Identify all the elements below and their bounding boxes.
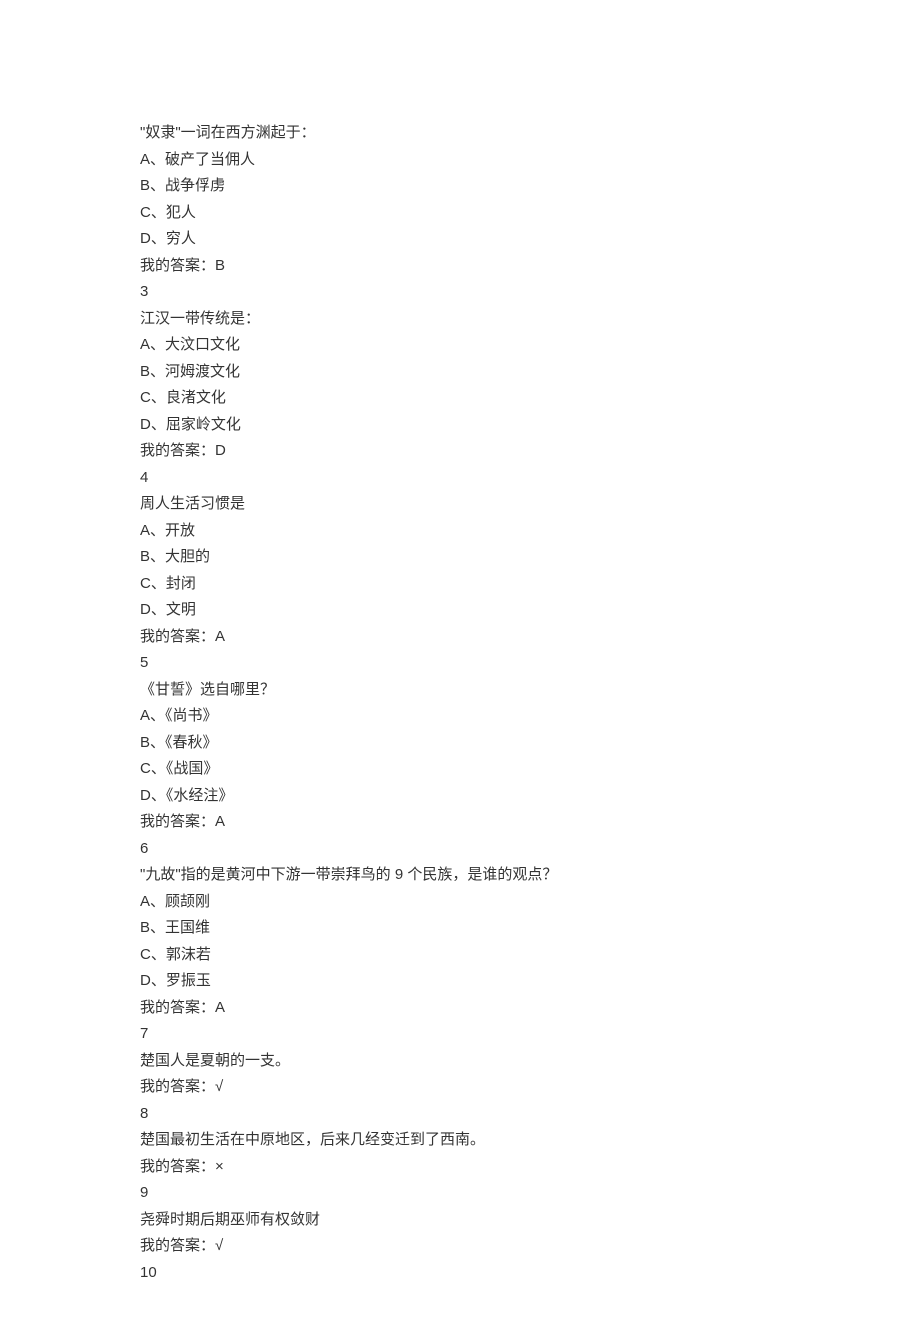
question-number: 3 xyxy=(140,279,780,306)
question-option: A、《尚书》 xyxy=(140,703,780,730)
question-option: D、《水经注》 xyxy=(140,783,780,810)
question-option: D、罗振玉 xyxy=(140,968,780,995)
my-answer: 我的答案：A xyxy=(140,995,780,1022)
question-stem: 《甘誓》选自哪里？ xyxy=(140,677,780,704)
question-option: D、屈家岭文化 xyxy=(140,412,780,439)
question-option: B、《春秋》 xyxy=(140,730,780,757)
question-option: A、破产了当佣人 xyxy=(140,147,780,174)
question-number: 6 xyxy=(140,836,780,863)
my-answer: 我的答案：B xyxy=(140,253,780,280)
question-number: 9 xyxy=(140,1180,780,1207)
my-answer: 我的答案：A xyxy=(140,624,780,651)
question-stem: 尧舜时期后期巫师有权敛财 xyxy=(140,1207,780,1234)
question-stem: "奴隶"一词在西方渊起于： xyxy=(140,120,780,147)
question-number: 7 xyxy=(140,1021,780,1048)
question-option: A、开放 xyxy=(140,518,780,545)
question-number: 10 xyxy=(140,1260,780,1287)
question-stem: 楚国最初生活在中原地区，后来几经变迁到了西南。 xyxy=(140,1127,780,1154)
question-option: B、大胆的 xyxy=(140,544,780,571)
question-stem: 江汉一带传统是： xyxy=(140,306,780,333)
question-option: D、穷人 xyxy=(140,226,780,253)
question-option: A、顾颉刚 xyxy=(140,889,780,916)
question-option: B、河姆渡文化 xyxy=(140,359,780,386)
question-option: B、战争俘虏 xyxy=(140,173,780,200)
question-option: B、王国维 xyxy=(140,915,780,942)
question-option: C、犯人 xyxy=(140,200,780,227)
my-answer: 我的答案：√ xyxy=(140,1074,780,1101)
question-option: C、郭沫若 xyxy=(140,942,780,969)
question-number: 8 xyxy=(140,1101,780,1128)
question-stem: 周人生活习惯是 xyxy=(140,491,780,518)
question-option: D、文明 xyxy=(140,597,780,624)
question-stem: "九故"指的是黄河中下游一带崇拜鸟的 9 个民族，是谁的观点？ xyxy=(140,862,780,889)
my-answer: 我的答案：√ xyxy=(140,1233,780,1260)
question-number: 4 xyxy=(140,465,780,492)
question-option: C、封闭 xyxy=(140,571,780,598)
question-number: 5 xyxy=(140,650,780,677)
question-stem: 楚国人是夏朝的一支。 xyxy=(140,1048,780,1075)
question-option: C、《战国》 xyxy=(140,756,780,783)
my-answer: 我的答案：D xyxy=(140,438,780,465)
question-option: C、良渚文化 xyxy=(140,385,780,412)
my-answer: 我的答案：A xyxy=(140,809,780,836)
my-answer: 我的答案：× xyxy=(140,1154,780,1181)
question-option: A、大汶口文化 xyxy=(140,332,780,359)
document-page: "奴隶"一词在西方渊起于： A、破产了当佣人 B、战争俘虏 C、犯人 D、穷人 … xyxy=(0,0,920,1326)
